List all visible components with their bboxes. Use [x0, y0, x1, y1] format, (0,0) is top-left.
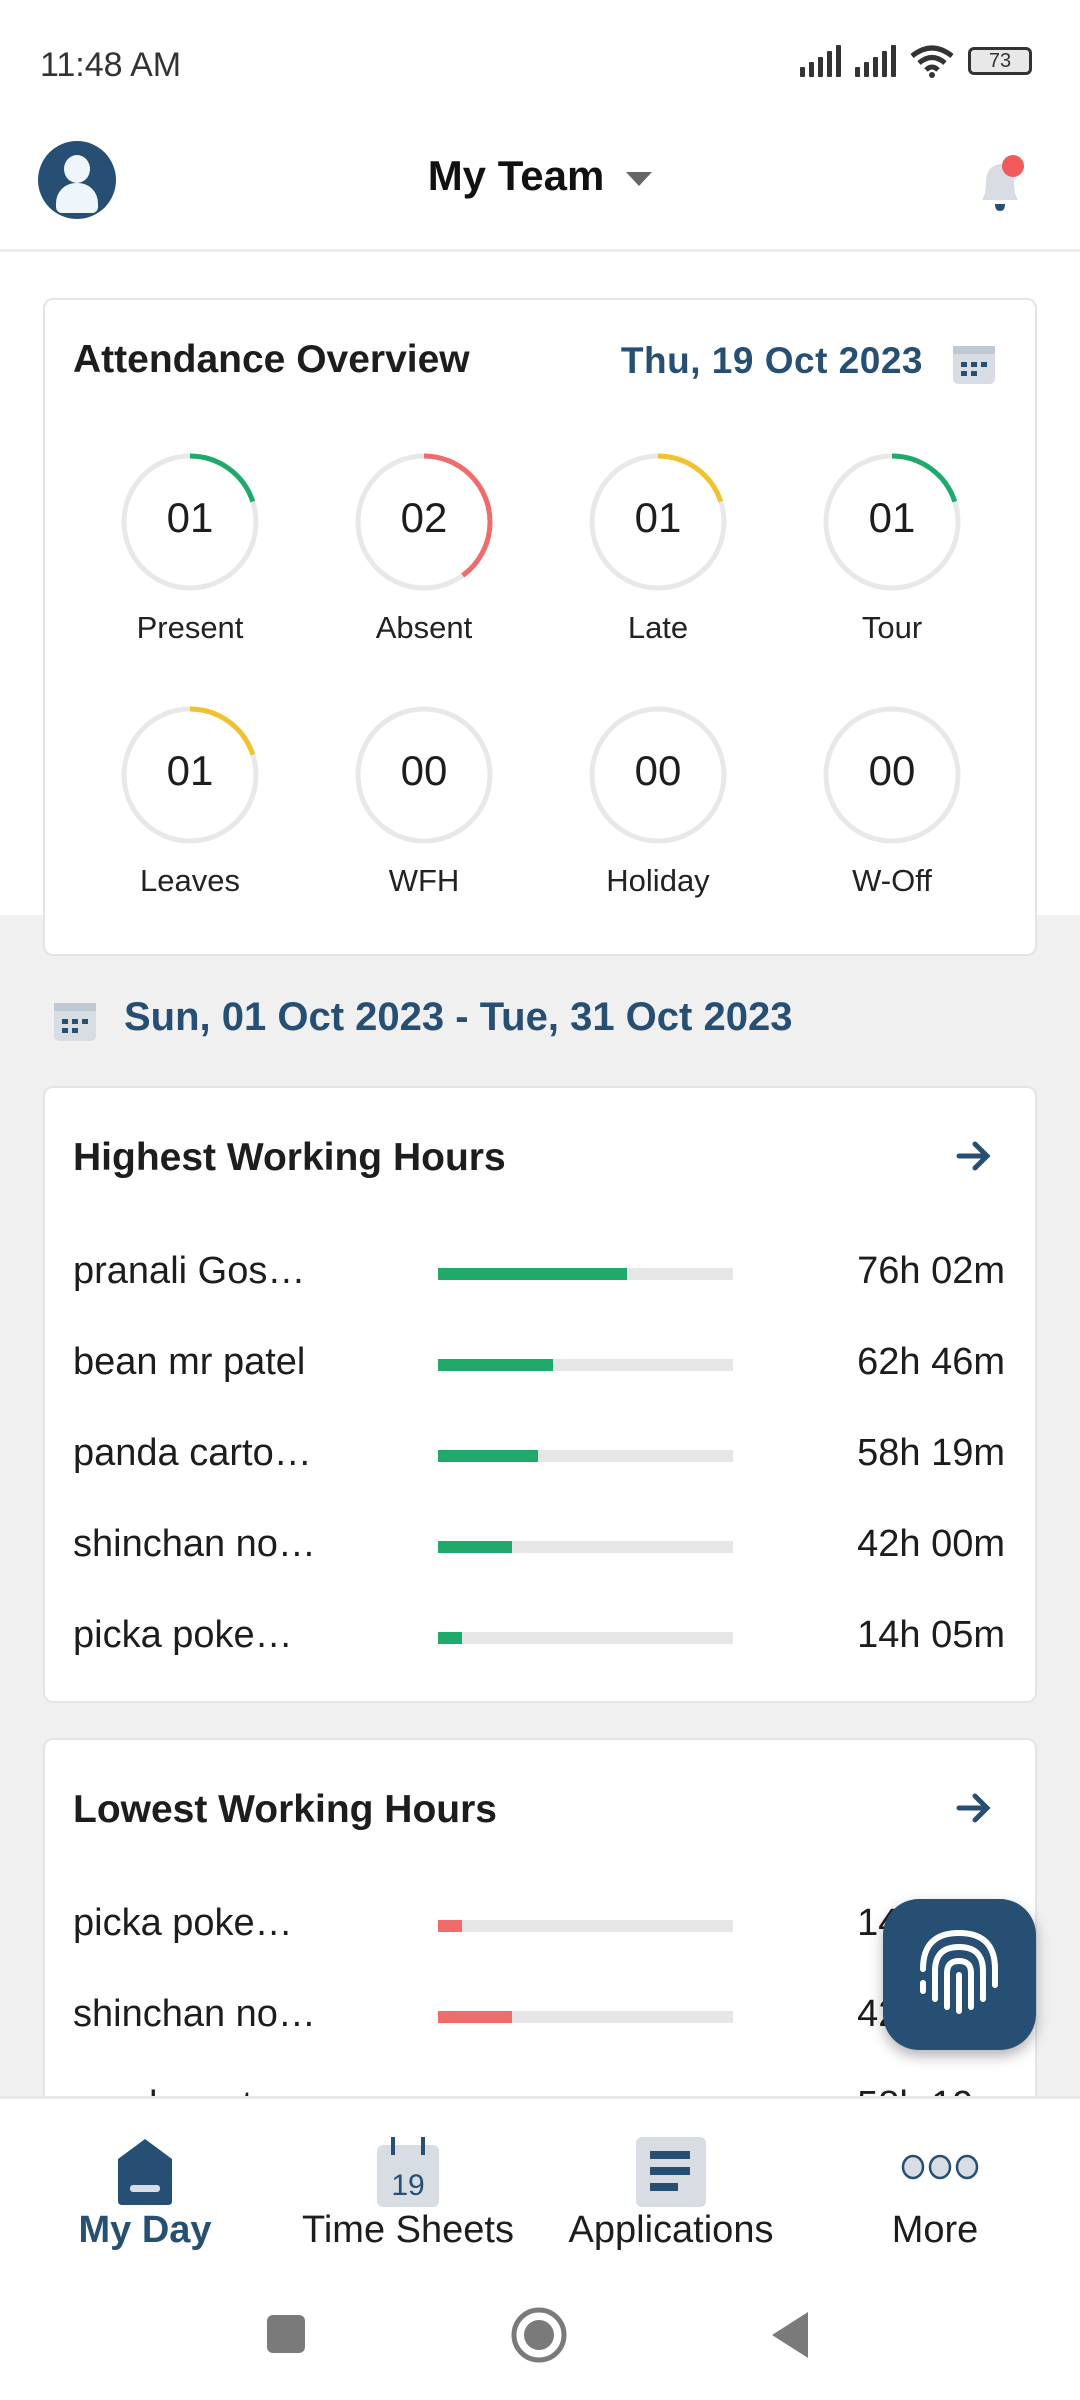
- status-bar: 11:48 AM 73: [0, 0, 1080, 120]
- card-title: Attendance Overview: [73, 338, 470, 381]
- hours-bar-fill: [438, 2011, 512, 2023]
- stat-value: 01: [166, 494, 214, 541]
- nav-applications[interactable]: Applications: [536, 2099, 806, 2289]
- home-icon: [118, 2139, 172, 2205]
- hours-bar-fill: [438, 1541, 512, 1553]
- calendar-icon[interactable]: [951, 340, 997, 386]
- hours-bar-fill: [438, 1632, 462, 1644]
- stat-late-ring[interactable]: 01: [586, 450, 730, 594]
- signal-icon: [800, 45, 841, 77]
- applications-icon: [636, 2137, 706, 2207]
- hours-bar: [438, 1920, 733, 1932]
- employee-hours: 62h 46m: [857, 1341, 1005, 1383]
- hours-bar: [438, 1359, 733, 1371]
- hours-bar-fill: [438, 1359, 554, 1371]
- employee-row[interactable]: shinchan no…42h 00m: [73, 1985, 1005, 2045]
- stat-label: Tour: [861, 610, 923, 645]
- caret-down-icon: [626, 171, 653, 186]
- stat-value: 01: [634, 494, 682, 541]
- hours-bar-fill: [438, 1450, 539, 1462]
- employee-row[interactable]: picka poke… 14h 05m: [73, 1606, 1005, 1666]
- employee-name: shinchan no…: [73, 1993, 316, 2035]
- calendar-icon: 19: [377, 2137, 439, 2207]
- hours-bar-fill: [438, 1920, 462, 1932]
- stat-label: Leaves: [140, 863, 240, 898]
- stat-leaves-ring[interactable]: 01: [118, 703, 262, 847]
- fingerprint-icon: [920, 1929, 998, 2014]
- app-header: My Team: [0, 120, 1080, 252]
- date-range[interactable]: Sun, 01 Oct 2023 - Tue, 31 Oct 2023: [124, 995, 792, 1040]
- more-icon: [901, 2154, 979, 2180]
- stat-label: WFH: [388, 863, 460, 898]
- hours-bar: [438, 1541, 733, 1553]
- stat-wfh-ring[interactable]: 00: [352, 703, 496, 847]
- stat-value: 00: [868, 747, 916, 794]
- stat-absent-ring[interactable]: 02: [352, 450, 496, 594]
- signal-icon: [855, 45, 896, 77]
- stat-label: Present: [136, 610, 244, 645]
- stat-label: Absent: [375, 610, 473, 645]
- punch-fingerprint-button[interactable]: [883, 1899, 1036, 2050]
- stat-w-off-ring[interactable]: 00: [820, 703, 964, 847]
- nav-label: My Day: [78, 2209, 212, 2251]
- stat-holiday-ring[interactable]: 00: [586, 703, 730, 847]
- employee-name: picka poke…: [73, 1614, 293, 1656]
- employee-row[interactable]: bean mr patel 62h 46m: [73, 1333, 1005, 1393]
- hours-bar: [438, 2011, 733, 2023]
- employee-row[interactable]: panda carto… 58h 19m: [73, 1424, 1005, 1484]
- employee-name: bean mr patel: [73, 1341, 306, 1383]
- card-title: Highest Working Hours: [73, 1136, 506, 1179]
- wifi-icon: [910, 45, 954, 78]
- stat-label: W-Off: [852, 863, 932, 898]
- back-button[interactable]: [770, 2310, 810, 2360]
- employee-hours: 58h 19m: [857, 1432, 1005, 1474]
- nav-label: More: [891, 2209, 979, 2251]
- employee-name: panda carto…: [73, 1432, 312, 1474]
- stat-value: 02: [400, 494, 448, 541]
- employee-row[interactable]: shinchan no… 42h 00m: [73, 1515, 1005, 1575]
- stat-value: 01: [868, 494, 916, 541]
- stat-label: Holiday: [606, 863, 710, 898]
- hours-bar: [438, 1268, 733, 1280]
- status-time: 11:48 AM: [40, 46, 182, 84]
- team-selector[interactable]: My Team: [0, 152, 1080, 200]
- battery-icon: 73: [968, 47, 1032, 75]
- attendance-overview-card: Attendance Overview Thu, 19 Oct 2023 01 P…: [43, 298, 1037, 956]
- stat-value: 00: [400, 747, 448, 794]
- employee-hours: 42h 00m: [857, 1523, 1005, 1565]
- nav-time-sheets[interactable]: 19 Time Sheets: [273, 2099, 543, 2289]
- calendar-icon[interactable]: [52, 997, 98, 1043]
- stat-present-ring[interactable]: 01: [118, 450, 262, 594]
- hours-bar: [438, 1450, 733, 1462]
- nav-label: Time Sheets: [302, 2209, 514, 2251]
- nav-more[interactable]: More: [800, 2099, 1070, 2289]
- nav-label: Applications: [568, 2209, 774, 2251]
- home-button[interactable]: [510, 2306, 568, 2364]
- stat-label: Late: [627, 610, 689, 645]
- arrow-right-icon[interactable]: [955, 1788, 995, 1828]
- employee-name: shinchan no…: [73, 1523, 316, 1565]
- employee-name: pranali Gos…: [73, 1250, 306, 1292]
- highest-working-hours-card: Highest Working Hours pranali Gos… 76h 02…: [43, 1086, 1037, 1703]
- arrow-right-icon[interactable]: [955, 1136, 995, 1176]
- nav-my-day[interactable]: My Day: [10, 2099, 280, 2289]
- employee-row[interactable]: pranali Gos… 76h 02m: [73, 1242, 1005, 1302]
- calendar-day: 19: [391, 2169, 424, 2202]
- bell-icon[interactable]: [972, 154, 1028, 214]
- hours-bar-fill: [438, 1268, 627, 1280]
- system-navigation-bar: [0, 2280, 1080, 2400]
- stat-value: 01: [166, 747, 214, 794]
- recents-button[interactable]: [266, 2314, 306, 2354]
- hours-bar: [438, 1632, 733, 1644]
- employee-hours: 76h 02m: [857, 1250, 1005, 1292]
- team-title: My Team: [427, 152, 605, 199]
- employee-hours: 14h 05m: [857, 1614, 1005, 1656]
- employee-name: picka poke…: [73, 1902, 293, 1944]
- employee-row[interactable]: picka poke…14h 05m: [73, 1894, 1005, 1954]
- stat-tour-ring[interactable]: 01: [820, 450, 964, 594]
- card-title: Lowest Working Hours: [73, 1788, 497, 1831]
- stat-value: 00: [634, 747, 682, 794]
- attendance-date[interactable]: Thu, 19 Oct 2023: [621, 340, 923, 382]
